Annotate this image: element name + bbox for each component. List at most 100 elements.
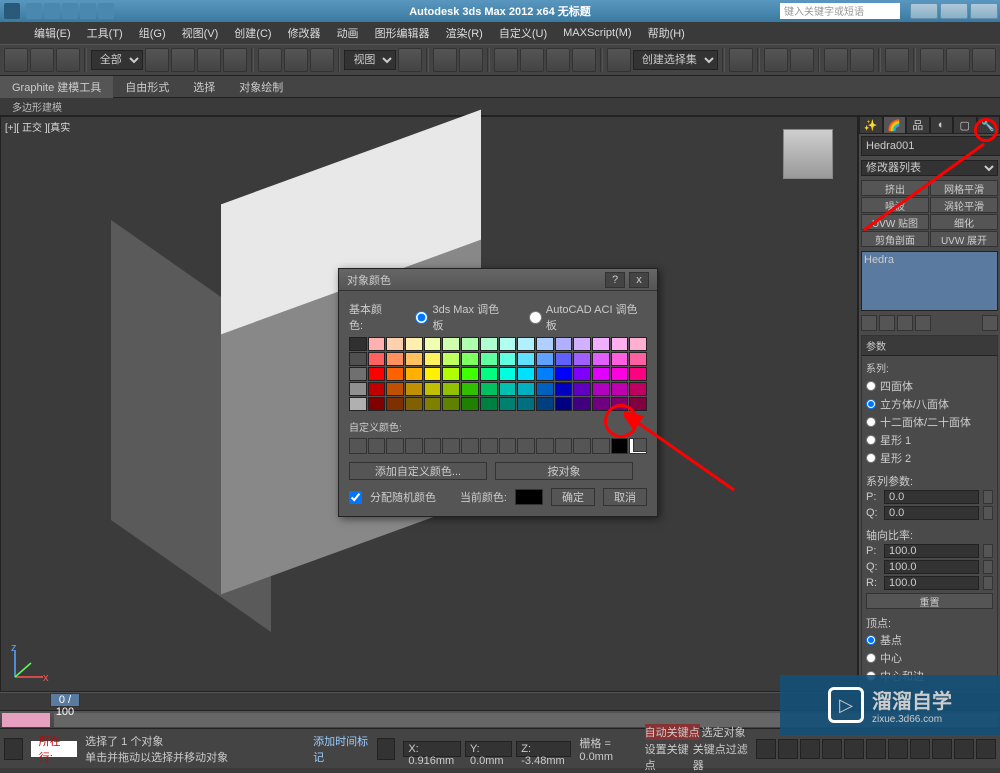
- palette-swatch[interactable]: [555, 397, 573, 411]
- motion-tab-icon[interactable]: ◐: [930, 116, 954, 134]
- spinner-arrows-icon[interactable]: [983, 576, 993, 590]
- ribbon-tab-objectpaint[interactable]: 对象绘制: [227, 76, 295, 98]
- mod-uvwmap-button[interactable]: UVW 贴图: [861, 214, 929, 230]
- rendered-frame-icon[interactable]: [946, 48, 970, 72]
- material-editor-icon[interactable]: [885, 48, 909, 72]
- palette-swatch[interactable]: [573, 352, 591, 366]
- axis-q-spinner[interactable]: 100.0: [884, 560, 979, 574]
- custom-swatch[interactable]: [555, 438, 573, 454]
- palette-swatch[interactable]: [368, 382, 386, 396]
- palette-swatch[interactable]: [555, 367, 573, 381]
- window-crossing-icon[interactable]: [223, 48, 247, 72]
- manipulate-icon[interactable]: [433, 48, 457, 72]
- palette-swatch[interactable]: [424, 397, 442, 411]
- dialog-close-button[interactable]: x: [629, 272, 649, 288]
- palette-swatch[interactable]: [461, 352, 479, 366]
- palette-swatch[interactable]: [386, 367, 404, 381]
- palette-3dsmax-radio[interactable]: [415, 311, 428, 324]
- angle-snap-icon[interactable]: [520, 48, 544, 72]
- palette-swatch[interactable]: [349, 337, 367, 351]
- palette-swatch[interactable]: [424, 352, 442, 366]
- palette-swatch[interactable]: [592, 337, 610, 351]
- refcoord-dropdown[interactable]: 视图: [344, 50, 396, 70]
- palette-swatch[interactable]: [499, 367, 517, 381]
- palette-swatch[interactable]: [442, 367, 460, 381]
- link-icon[interactable]: [4, 48, 28, 72]
- palette-swatch[interactable]: [629, 367, 647, 381]
- zoom-extents-icon[interactable]: [932, 739, 952, 759]
- menu-animation[interactable]: 动画: [329, 23, 367, 43]
- palette-swatch[interactable]: [555, 382, 573, 396]
- palette-swatch[interactable]: [405, 337, 423, 351]
- palette-swatch[interactable]: [499, 352, 517, 366]
- palette-swatch[interactable]: [592, 382, 610, 396]
- hierarchy-tab-icon[interactable]: 品: [906, 116, 930, 134]
- palette-swatch[interactable]: [405, 382, 423, 396]
- palette-swatch[interactable]: [629, 397, 647, 411]
- add-time-tag[interactable]: 添加时间标记: [313, 733, 368, 765]
- palette-swatch[interactable]: [386, 382, 404, 396]
- menu-customize[interactable]: 自定义(U): [491, 23, 555, 43]
- coord-z-field[interactable]: Z: -3.48mm: [516, 741, 571, 757]
- menu-modifiers[interactable]: 修改器: [280, 23, 329, 43]
- palette-swatch[interactable]: [499, 397, 517, 411]
- palette-swatch[interactable]: [480, 337, 498, 351]
- select-object-icon[interactable]: [145, 48, 169, 72]
- custom-swatch[interactable]: [349, 438, 367, 454]
- palette-swatch[interactable]: [349, 352, 367, 366]
- palette-swatch[interactable]: [499, 337, 517, 351]
- ribbon-tab-freeform[interactable]: 自由形式: [113, 76, 181, 98]
- palette-swatch[interactable]: [480, 382, 498, 396]
- family-q-spinner[interactable]: 0.0: [884, 506, 979, 520]
- palette-swatch[interactable]: [611, 367, 629, 381]
- move-icon[interactable]: [258, 48, 282, 72]
- menu-tools[interactable]: 工具(T): [79, 23, 131, 43]
- by-object-button[interactable]: 按对象: [495, 462, 633, 480]
- palette-swatch[interactable]: [573, 382, 591, 396]
- palette-swatch[interactable]: [517, 397, 535, 411]
- palette-swatch[interactable]: [349, 397, 367, 411]
- qat-undo-icon[interactable]: [80, 3, 96, 19]
- goto-start-icon[interactable]: [756, 739, 776, 759]
- create-tab-icon[interactable]: ✨: [859, 116, 883, 134]
- coord-y-field[interactable]: Y: 0.0mm: [465, 741, 512, 757]
- maxscript-listener-icon[interactable]: [4, 738, 23, 760]
- schematic-view-icon[interactable]: [850, 48, 874, 72]
- reset-button[interactable]: 重置: [866, 593, 993, 609]
- viewcube[interactable]: [783, 129, 833, 179]
- snap-toggle-icon[interactable]: [494, 48, 518, 72]
- custom-swatch[interactable]: [573, 438, 591, 454]
- ribbon-tab-selection[interactable]: 选择: [181, 76, 227, 98]
- zoom-icon[interactable]: [910, 739, 930, 759]
- lock-selection-icon[interactable]: [377, 738, 396, 760]
- palette-swatch[interactable]: [555, 337, 573, 351]
- palette-swatch[interactable]: [629, 337, 647, 351]
- menu-view[interactable]: 视图(V): [174, 23, 227, 43]
- orbit-icon[interactable]: [954, 739, 974, 759]
- modify-tab-icon[interactable]: 🌈: [883, 116, 907, 134]
- scale-icon[interactable]: [310, 48, 334, 72]
- palette-swatch[interactable]: [536, 337, 554, 351]
- palette-swatch[interactable]: [349, 367, 367, 381]
- autokey-button[interactable]: 自动关键点: [645, 724, 700, 740]
- select-by-name-icon[interactable]: [171, 48, 195, 72]
- palette-swatch[interactable]: [536, 367, 554, 381]
- palette-swatch[interactable]: [405, 397, 423, 411]
- time-slider-thumb[interactable]: 0 / 100: [50, 693, 80, 707]
- palette-swatch[interactable]: [499, 382, 517, 396]
- align-icon[interactable]: [764, 48, 788, 72]
- family-star1-radio[interactable]: [866, 435, 876, 445]
- viewport-label[interactable]: [+][ 正交 ][真实: [5, 119, 70, 134]
- close-button[interactable]: [970, 3, 998, 19]
- custom-swatch[interactable]: [461, 438, 479, 454]
- axis-r-spinner[interactable]: 100.0: [884, 576, 979, 590]
- time-config-icon[interactable]: [866, 739, 886, 759]
- qat-open-icon[interactable]: [44, 3, 60, 19]
- mod-noise-button[interactable]: 噪波: [861, 197, 929, 213]
- add-custom-color-button[interactable]: 添加自定义颜色...: [349, 462, 487, 480]
- qat-new-icon[interactable]: [26, 3, 42, 19]
- custom-swatch[interactable]: [386, 438, 404, 454]
- spinner-arrows-icon[interactable]: [983, 560, 993, 574]
- modifier-list-dropdown[interactable]: 修改器列表: [861, 160, 998, 176]
- custom-swatch[interactable]: [405, 438, 423, 454]
